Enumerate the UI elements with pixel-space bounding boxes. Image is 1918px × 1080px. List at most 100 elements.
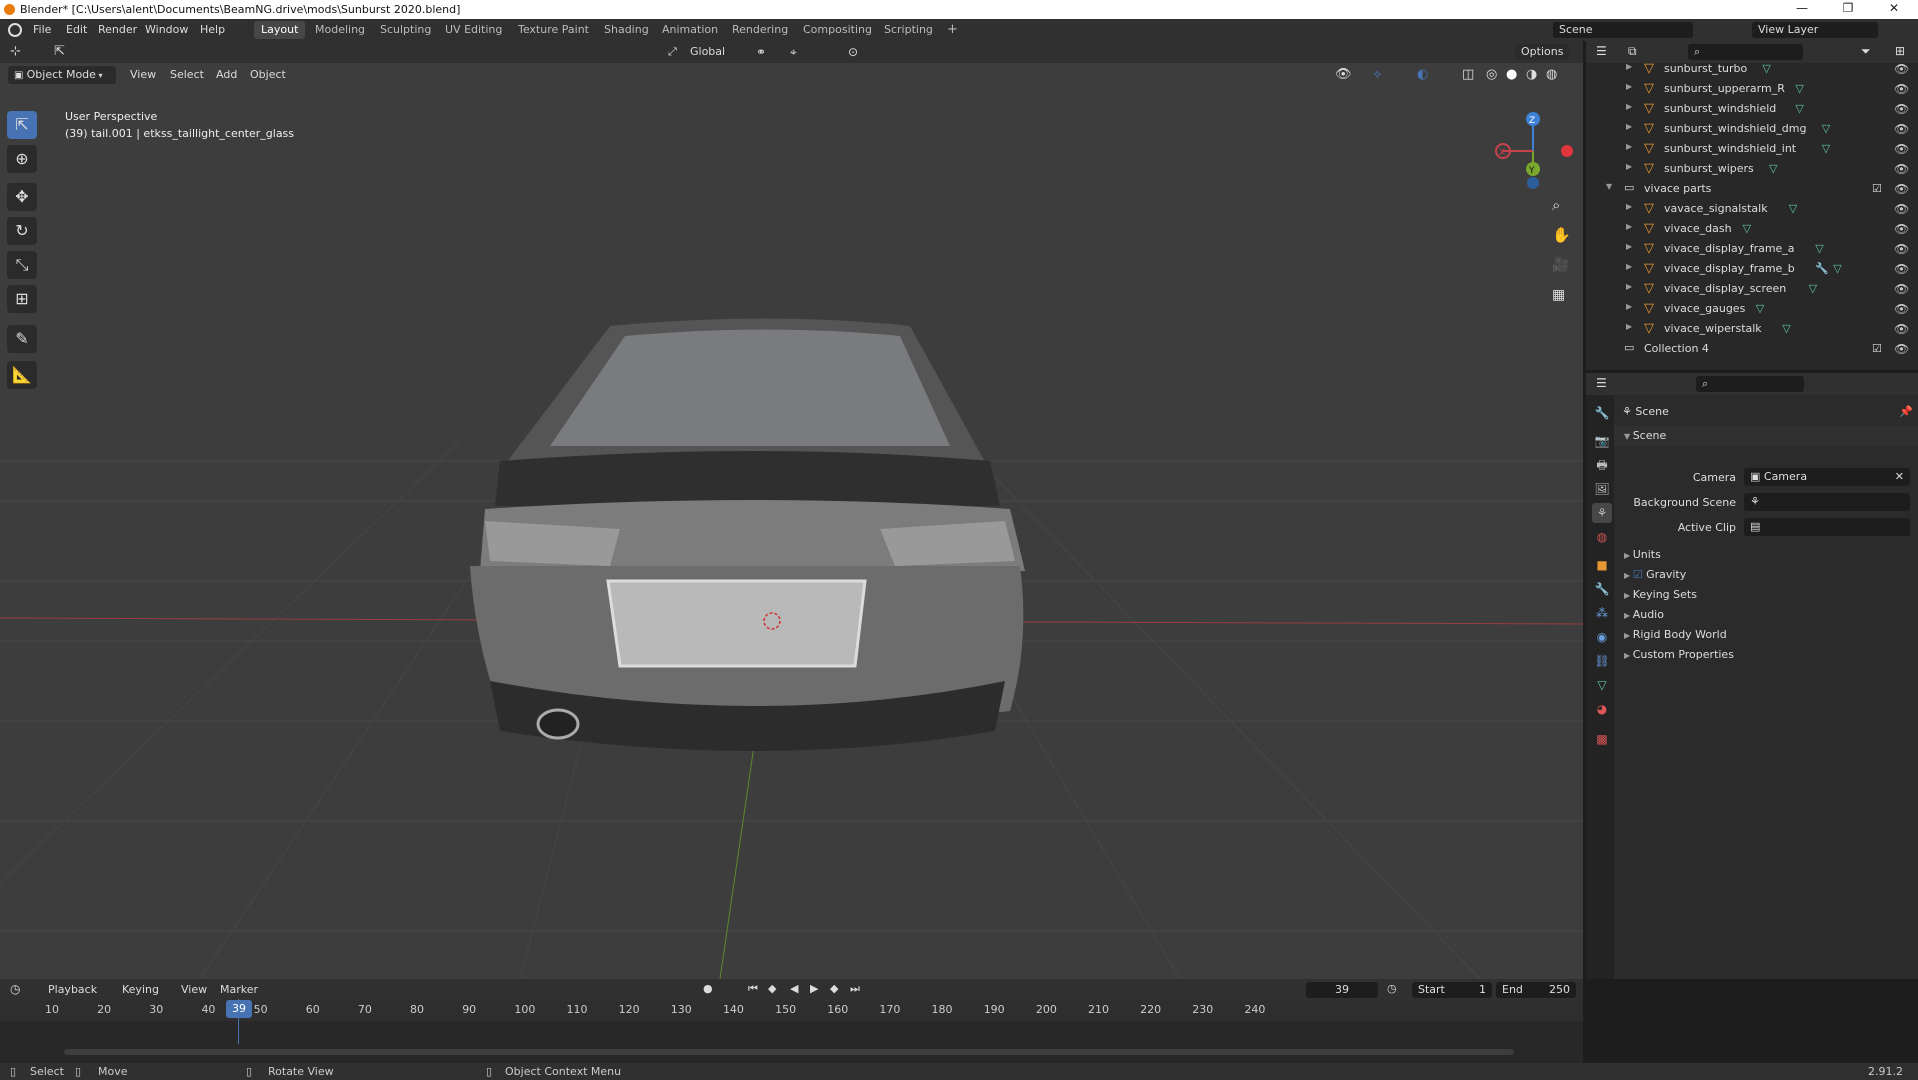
texture-tab-icon[interactable]: ▩	[1592, 729, 1612, 749]
world-tab-icon[interactable]: ◍	[1592, 527, 1612, 547]
menu-file[interactable]: File	[33, 23, 51, 36]
overlay-toggle-icon[interactable]: ◐	[1417, 67, 1428, 82]
prev-keyframe-icon[interactable]: ◆	[768, 982, 776, 995]
transform-orientation-dropdown[interactable]: Global	[690, 45, 725, 58]
outliner-object-row[interactable]: ▶ ▽ vivace_display_frame_b 🔧 ▽ 👁	[1586, 259, 1918, 279]
3d-viewport[interactable]: Z Y X ⊹ ⇱ ⤢ Global ⚭ ⌖ ⊙ Options ▣ Objec…	[0, 41, 1583, 979]
playhead-frame[interactable]: 39	[226, 1000, 252, 1018]
mesh-data-icon[interactable]: ▽	[1743, 222, 1751, 235]
outliner-object-row[interactable]: ▶ ▽ sunburst_windshield ▽ 👁	[1586, 99, 1918, 119]
clear-camera-icon[interactable]: ✕	[1895, 470, 1904, 483]
next-keyframe-icon[interactable]: ◆	[830, 982, 838, 995]
mesh-data-icon[interactable]: ▽	[1762, 62, 1770, 75]
rotate-tool-icon[interactable]: ↻	[7, 217, 37, 245]
play-icon[interactable]: ▶	[810, 982, 818, 995]
cursor-tool-icon[interactable]: ⊕	[7, 145, 37, 173]
mesh-data-icon[interactable]: ▽	[1822, 142, 1830, 155]
timeline-editor-type-icon[interactable]: ◷	[10, 982, 20, 996]
timeline-menu-keying[interactable]: Keying	[122, 983, 159, 996]
expand-icon[interactable]: ▶	[1626, 162, 1632, 171]
camera-field[interactable]: ▣ Camera ✕	[1744, 468, 1910, 486]
expand-icon[interactable]: ▶	[1626, 142, 1632, 151]
physics-tab-icon[interactable]: ◉	[1592, 627, 1612, 647]
panel-rigid-body-world[interactable]: ▶ Rigid Body World	[1614, 625, 1918, 647]
exclude-checkbox[interactable]: ☑	[1872, 182, 1882, 195]
mesh-data-icon[interactable]: ▽	[1789, 202, 1797, 215]
material-tab-icon[interactable]: ◕	[1592, 699, 1612, 719]
timeline-scrollbar[interactable]	[64, 1049, 1514, 1055]
visibility-eye-icon[interactable]: 👁	[1894, 202, 1909, 216]
expand-icon[interactable]: ▶	[1626, 262, 1632, 271]
scene-tab-icon[interactable]: ⚘	[1592, 503, 1612, 523]
visibility-eye-icon[interactable]: 👁	[1894, 282, 1909, 296]
measure-tool-icon[interactable]: 📐	[7, 361, 37, 389]
tab-scripting[interactable]: Scripting	[877, 21, 940, 39]
timeline-track-area[interactable]: 10 20 30 40 50 60 70 80 90 100 110 120 130 140 150 160 1…	[0, 999, 1583, 1063]
output-tab-icon[interactable]: 🖶	[1592, 455, 1612, 475]
gizmo-toggle-icon[interactable]: ⟡	[1373, 67, 1382, 82]
active-clip-field[interactable]: ▤	[1744, 518, 1910, 536]
visibility-eye-icon[interactable]: 👁	[1894, 142, 1909, 156]
display-mode-icon[interactable]: ⧉	[1628, 44, 1637, 59]
end-frame-field[interactable]: End 250	[1496, 982, 1576, 998]
expand-icon[interactable]: ▶	[1626, 322, 1632, 331]
menu-help[interactable]: Help	[200, 23, 225, 36]
transform-tool-icon[interactable]: ⊞	[7, 285, 37, 313]
visibility-eye-icon[interactable]: 👁	[1894, 122, 1909, 136]
visibility-eye-icon[interactable]: 👁	[1894, 102, 1909, 116]
pin-icon[interactable]: 📌	[1899, 405, 1913, 418]
outliner-object-row[interactable]: ▶ ▽ sunburst_wipers ▽ 👁	[1586, 159, 1918, 179]
view-object-types-icon[interactable]: 👁	[1335, 67, 1352, 82]
outliner-search-input[interactable]: ⌕	[1688, 44, 1803, 60]
modifier-tab-icon[interactable]: 🔧	[1592, 579, 1612, 599]
expand-icon[interactable]: ▶	[1626, 102, 1632, 111]
visibility-eye-icon[interactable]: 👁	[1894, 342, 1909, 356]
visibility-eye-icon[interactable]: 👁	[1894, 242, 1909, 256]
tab-compositing[interactable]: Compositing	[796, 21, 879, 39]
panel-gravity[interactable]: ▶ ☑ Gravity	[1614, 565, 1918, 587]
mesh-data-icon[interactable]: ▽	[1769, 162, 1777, 175]
mesh-data-icon[interactable]: ▽	[1756, 302, 1764, 315]
visibility-eye-icon[interactable]: 👁	[1894, 62, 1909, 76]
view-layer-tab-icon[interactable]: 🖼	[1592, 479, 1612, 499]
viewport-menu-add[interactable]: Add	[216, 68, 237, 81]
close-window-button[interactable]: ✕	[1874, 1, 1914, 15]
outliner-object-row[interactable]: ▶ ▽ vivace_dash ▽ 👁	[1586, 219, 1918, 239]
mesh-data-icon[interactable]: ▽	[1795, 82, 1803, 95]
scene-selector[interactable]: Scene	[1553, 22, 1693, 38]
panel-units[interactable]: ▶ Units	[1614, 545, 1918, 567]
view-layer-selector[interactable]: View Layer	[1752, 22, 1878, 38]
rendered-shading-icon[interactable]: ◍	[1546, 67, 1557, 82]
mesh-data-icon[interactable]: ▽	[1822, 122, 1830, 135]
expand-icon[interactable]: ▶	[1626, 122, 1632, 131]
gravity-checkbox[interactable]: ☑	[1633, 568, 1646, 581]
outliner-editor-type-icon[interactable]: ☰	[1596, 44, 1607, 58]
outliner-object-row[interactable]: ▶ ▽ sunburst_windshield_dmg ▽ 👁	[1586, 119, 1918, 139]
maximize-button[interactable]: ❐	[1828, 1, 1868, 15]
visibility-eye-icon[interactable]: 👁	[1894, 222, 1909, 236]
proportional-edit-icon[interactable]: ⊙	[848, 45, 858, 59]
exclude-checkbox[interactable]: ☑	[1872, 342, 1882, 355]
outliner-object-row[interactable]: ▶ ▽ sunburst_upperarm_R ▽ 👁	[1586, 79, 1918, 99]
select-box-icon[interactable]: ⇱	[54, 44, 65, 59]
tab-shading[interactable]: Shading	[597, 21, 656, 39]
visibility-eye-icon[interactable]: 👁	[1894, 302, 1909, 316]
modifier-icon[interactable]: 🔧	[1815, 262, 1829, 275]
render-tab-icon[interactable]: 📷	[1592, 431, 1612, 451]
move-tool-icon[interactable]: ✥	[7, 183, 37, 211]
tab-modeling[interactable]: Modeling	[308, 21, 372, 39]
new-collection-icon[interactable]: ⊞	[1895, 44, 1905, 58]
panel-custom-properties[interactable]: ▶ Custom Properties	[1614, 645, 1918, 667]
camera-view-icon[interactable]: 🎥	[1552, 257, 1569, 273]
add-workspace-button[interactable]: +	[940, 20, 965, 38]
scene-panel-header[interactable]: ▼ Scene	[1614, 425, 1918, 447]
navigation-gizmo[interactable]: Z Y X	[1495, 112, 1573, 189]
viewport-menu-select[interactable]: Select	[170, 68, 204, 81]
outliner-object-row[interactable]: ▶ ▽ vivace_wiperstalk ▽ 👁	[1586, 319, 1918, 339]
outliner-object-row[interactable]: ▶ ▽ sunburst_windshield_int ▽ 👁	[1586, 139, 1918, 159]
material-shading-icon[interactable]: ◑	[1526, 67, 1537, 82]
mesh-data-icon[interactable]: ▽	[1815, 242, 1823, 255]
expand-icon[interactable]: ▶	[1626, 202, 1632, 211]
visibility-eye-icon[interactable]: 👁	[1894, 322, 1909, 336]
tab-rendering[interactable]: Rendering	[725, 21, 795, 39]
